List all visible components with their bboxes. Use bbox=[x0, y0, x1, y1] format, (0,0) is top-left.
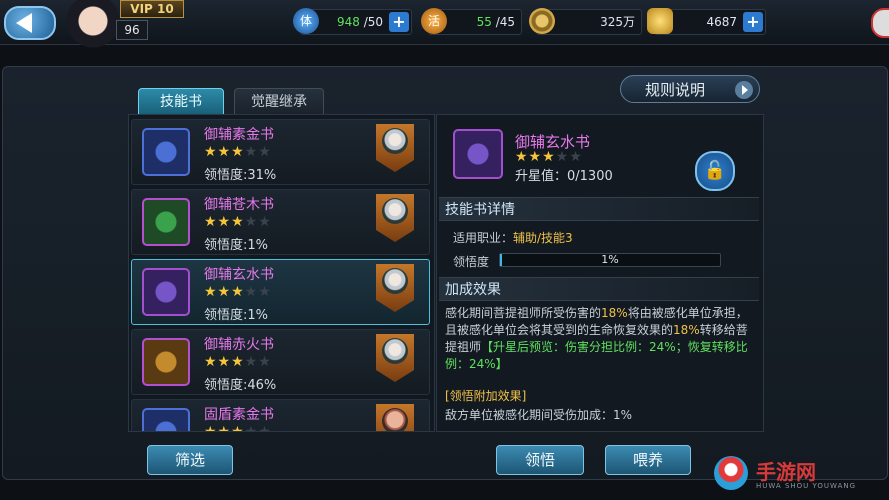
top-bar: VIP 10 96 体 948 /50 + 活 55 /45 325万 4687… bbox=[0, 0, 889, 60]
coins-resource: 325万 bbox=[529, 8, 642, 35]
skill-book-icon bbox=[142, 198, 190, 246]
star-rating: ★★★★★ bbox=[204, 424, 272, 432]
vip-badge: VIP 10 bbox=[120, 0, 184, 18]
add-stamina-button[interactable]: + bbox=[389, 12, 409, 32]
book-comprehension: 领悟度:1% bbox=[204, 308, 269, 323]
star-up-value: 升星值：0/1300 bbox=[515, 169, 613, 184]
list-item[interactable]: 御辅苍木书 ★★★★★ 领悟度:1% bbox=[131, 189, 430, 255]
character-portrait-icon bbox=[376, 334, 414, 382]
skill-book-icon bbox=[142, 338, 190, 386]
skill-book-icon bbox=[142, 128, 190, 176]
star-rating: ★★★★★ bbox=[204, 354, 272, 370]
watermark-subtext: HUWA SHOU YOUWANG bbox=[756, 482, 857, 490]
star-rating: ★★★★★ bbox=[204, 144, 272, 160]
section-bonus-effect: 加成效果 bbox=[439, 277, 759, 301]
notification-icon[interactable] bbox=[871, 8, 889, 38]
vitality-resource: 活 55 /45 bbox=[421, 8, 522, 35]
list-item-selected[interactable]: 御辅玄水书 ★★★★★ 领悟度:1% bbox=[131, 259, 430, 325]
list-item[interactable]: 御辅赤火书 ★★★★★ 领悟度:46% bbox=[131, 329, 430, 395]
character-portrait-icon bbox=[376, 124, 414, 172]
book-name: 固盾素金书 bbox=[204, 407, 274, 423]
section-book-detail: 技能书详情 bbox=[439, 197, 759, 221]
book-list[interactable]: 御辅素金书 ★★★★★ 领悟度:31% 御辅苍木书 ★★★★★ 领悟度:1% 御… bbox=[128, 114, 435, 432]
player-level: 96 bbox=[116, 20, 148, 40]
comprehension-label: 领悟度 bbox=[453, 255, 490, 269]
rules-label: 规则说明 bbox=[645, 81, 706, 99]
site-watermark: 手游网 HUWA SHOU YOUWANG bbox=[712, 452, 884, 496]
coins-value: 325万 bbox=[600, 15, 635, 29]
watermark-text: 手游网 bbox=[756, 460, 816, 484]
tab-skill-books[interactable]: 技能书 bbox=[138, 88, 224, 116]
star-rating: ★★★★★ bbox=[204, 214, 272, 230]
comprehension-value: 1% bbox=[601, 253, 619, 266]
book-name: 御辅赤火书 bbox=[204, 337, 274, 353]
vitality-max: /45 bbox=[495, 15, 515, 29]
book-comprehension: 领悟度:31% bbox=[204, 168, 277, 183]
tab-awaken-inherit[interactable]: 觉醒继承 bbox=[234, 88, 324, 116]
book-name: 御辅苍木书 bbox=[204, 197, 274, 213]
book-detail-panel: 御辅玄水书 ★★★★★ 升星值：0/1300 🔓 技能书详情 适用职业：辅助/技… bbox=[436, 114, 764, 432]
add-ingots-button[interactable]: + bbox=[743, 12, 763, 32]
skill-book-icon bbox=[142, 408, 190, 431]
star-rating: ★★★★★ bbox=[204, 284, 272, 300]
lightning-icon: 活 bbox=[421, 8, 447, 34]
unlock-icon[interactable]: 🔓 bbox=[695, 151, 735, 191]
ingots-value: 4687 bbox=[706, 15, 737, 29]
lightning-icon: 体 bbox=[293, 8, 319, 34]
extra-effect-text: 敌方单位被感化期间受伤加成：1% bbox=[445, 408, 633, 422]
skill-book-icon bbox=[453, 129, 503, 179]
book-name: 御辅玄水书 bbox=[204, 267, 274, 283]
site-logo-icon bbox=[714, 456, 748, 490]
book-comprehension: 领悟度:1% bbox=[204, 238, 269, 253]
skill-book-icon bbox=[142, 268, 190, 316]
stamina-max: /50 bbox=[363, 15, 383, 29]
list-item[interactable]: 固盾素金书 ★★★★★ bbox=[131, 399, 430, 432]
stamina-resource: 体 948 /50 + bbox=[293, 8, 412, 35]
back-button[interactable] bbox=[4, 6, 56, 40]
character-portrait-icon bbox=[376, 264, 414, 312]
ingots-resource: 4687 + bbox=[647, 8, 766, 35]
character-portrait-icon bbox=[376, 404, 414, 431]
extra-effect-heading: [领悟附加效果] bbox=[445, 389, 527, 403]
list-item[interactable]: 御辅素金书 ★★★★★ 领悟度:31% bbox=[131, 119, 430, 185]
gold-ingot-icon bbox=[647, 8, 673, 34]
comprehension-bar: 1% bbox=[499, 253, 721, 267]
book-name: 御辅素金书 bbox=[204, 127, 274, 143]
feed-button[interactable]: 喂养 bbox=[605, 445, 691, 475]
filter-button[interactable]: 筛选 bbox=[147, 445, 233, 475]
stamina-value: 948 bbox=[336, 15, 360, 29]
chevron-right-icon bbox=[735, 81, 753, 99]
bonus-description: 感化期间菩提祖师所受伤害的18%将由被感化单位承担，且被感化单位会将其受到的生命… bbox=[445, 306, 748, 371]
vitality-value: 55 bbox=[476, 15, 492, 29]
rules-button[interactable]: 规则说明 bbox=[620, 75, 760, 103]
coin-icon bbox=[529, 8, 555, 34]
applicable-class: 适用职业：辅助/技能3 bbox=[453, 231, 573, 245]
comprehend-button[interactable]: 领悟 bbox=[496, 445, 584, 475]
character-portrait-icon bbox=[376, 194, 414, 242]
book-comprehension: 领悟度:46% bbox=[204, 378, 277, 393]
detail-star-rating: ★★★★★ bbox=[515, 149, 583, 165]
